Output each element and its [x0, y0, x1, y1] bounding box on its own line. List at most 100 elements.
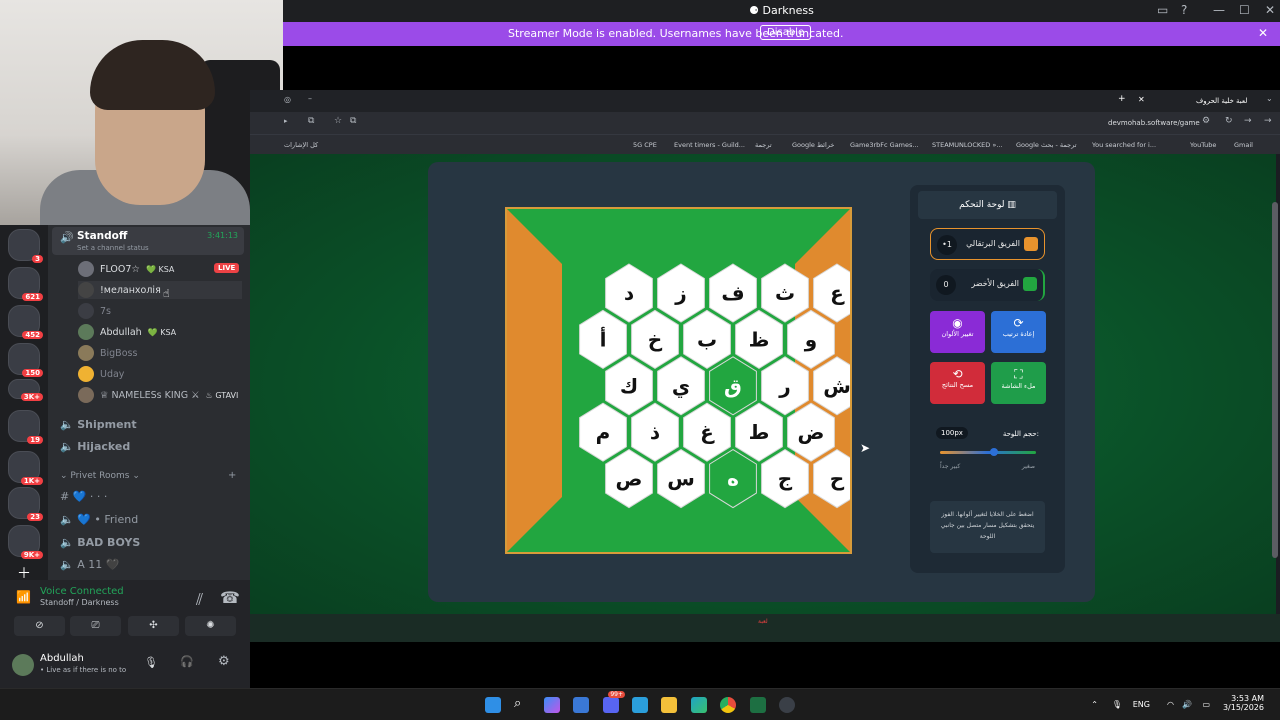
- new-tab-icon[interactable]: +: [1118, 94, 1126, 104]
- steam-icon[interactable]: [779, 697, 795, 713]
- scrollbar[interactable]: [1272, 202, 1278, 558]
- voice-status[interactable]: Voice Connected: [40, 586, 124, 597]
- bookmark[interactable]: Game3rbFc Games...: [850, 141, 919, 149]
- wifi-icon[interactable]: ◠: [1167, 700, 1174, 709]
- noise-suppression-icon[interactable]: ⫽: [196, 590, 203, 610]
- voice-user[interactable]: !мeланхолія: [78, 281, 242, 299]
- volume-icon[interactable]: 🔊: [1182, 700, 1192, 709]
- server-icon[interactable]: 3K+: [8, 379, 43, 401]
- size-slider-track[interactable]: [940, 451, 1036, 454]
- server-icon[interactable]: 621: [8, 267, 43, 301]
- help-icon[interactable]: ?: [1181, 3, 1187, 17]
- bookmark[interactable]: 5G CPE: [633, 141, 657, 149]
- server-icon[interactable]: 23: [8, 487, 43, 521]
- voice-channel[interactable]: 🔈 A 11 🖤: [60, 558, 119, 571]
- back-icon[interactable]: →: [1264, 116, 1272, 126]
- voice-user[interactable]: ♕ NAMELESs KING ⚔ ♨ GTAVI: [78, 386, 238, 404]
- active-voice-channel[interactable]: 🔊 Standoff 3:41:13 Set a channel status: [52, 227, 244, 255]
- bookmark[interactable]: Gmail: [1234, 141, 1253, 149]
- team-green[interactable]: 0 الفريق الأخضر: [930, 269, 1045, 301]
- active-tab[interactable]: لعبة خلية الحروف: [1196, 97, 1247, 105]
- activities-button[interactable]: ✣: [128, 616, 179, 636]
- bookmark[interactable]: You searched for i...: [1092, 141, 1156, 149]
- voice-channel[interactable]: 🔈 BAD BOYS: [60, 536, 140, 549]
- bookmark[interactable]: STEAMUNLOCKED »...: [932, 141, 1003, 149]
- voice-user[interactable]: Abdullah 💚 KSA: [78, 323, 176, 341]
- server-icon[interactable]: 9K+: [8, 525, 43, 559]
- tab-search-icon[interactable]: ⌄: [1266, 94, 1273, 103]
- minimize-icon[interactable]: —: [1213, 3, 1225, 17]
- headphones-icon[interactable]: 🎧: [180, 655, 194, 668]
- windows-icon[interactable]: [485, 697, 501, 713]
- username[interactable]: Abdullah: [40, 653, 84, 664]
- bookmark[interactable]: YouTube: [1190, 141, 1216, 149]
- voice-user[interactable]: BigBoss: [78, 344, 137, 362]
- store-icon[interactable]: [573, 697, 589, 713]
- reset-scores-button[interactable]: ⟲ مسح النتائج: [930, 362, 985, 404]
- text-channel[interactable]: # 💙 · · ·: [60, 490, 107, 503]
- bookmark[interactable]: Google خرائط: [792, 141, 834, 149]
- extensions-icon[interactable]: ⧉: [308, 116, 314, 126]
- battery-icon[interactable]: ▭: [1202, 700, 1210, 709]
- copilot-icon[interactable]: [544, 697, 560, 713]
- fullscreen-button[interactable]: ⛶ ملء الشاشة: [991, 362, 1046, 404]
- chrome-icon[interactable]: [720, 697, 736, 713]
- edge-icon[interactable]: [691, 697, 707, 713]
- star-icon[interactable]: ☆: [334, 116, 342, 126]
- tab-icon[interactable]: ▸: [284, 117, 288, 125]
- bookmark[interactable]: ترجمة: [755, 141, 772, 149]
- microphone-icon[interactable]: 🎙: [144, 656, 158, 669]
- category-header[interactable]: ⌄ Privet Rooms ⌄: [60, 471, 140, 481]
- size-slider-thumb[interactable]: [989, 448, 998, 456]
- tab-icon[interactable]: ◎: [284, 95, 291, 104]
- inbox-icon[interactable]: ▭: [1157, 3, 1168, 17]
- voice-location[interactable]: Standoff / Darkness: [40, 598, 119, 607]
- change-colors-button[interactable]: ◉ تغيير الألوان: [930, 311, 985, 353]
- url-field[interactable]: devmohab.software/game: [1108, 119, 1200, 127]
- disable-button[interactable]: Disable: [760, 25, 812, 40]
- team-orange[interactable]: •1 الفريق البرتقالي: [930, 228, 1045, 260]
- language-indicator[interactable]: ENG: [1133, 700, 1150, 709]
- close-icon[interactable]: ✕: [1265, 3, 1275, 17]
- reload-icon[interactable]: ↻: [1225, 116, 1233, 126]
- screen-share-button[interactable]: ⎚: [70, 616, 121, 636]
- server-icon[interactable]: 1K+: [8, 451, 43, 485]
- voice-channel[interactable]: 🔈 💙 • Friend: [60, 513, 138, 526]
- close-banner-icon[interactable]: ✕: [1258, 26, 1268, 40]
- server-icon[interactable]: 3: [8, 229, 43, 263]
- site-settings-icon[interactable]: ⚙: [1202, 116, 1210, 126]
- maximize-icon[interactable]: ☐: [1239, 3, 1250, 17]
- minimize-icon[interactable]: –: [308, 94, 312, 103]
- soundboard-button[interactable]: ✺: [185, 616, 236, 636]
- avatar[interactable]: [12, 654, 34, 676]
- add-channel-icon[interactable]: +: [228, 470, 236, 481]
- voice-user[interactable]: FLOO7☆ 💚 KSA: [78, 260, 174, 278]
- signal-icon[interactable]: 📶: [16, 590, 31, 604]
- bookmark-all[interactable]: كل الإشارات: [284, 141, 318, 149]
- close-tab-icon[interactable]: ✕: [1138, 95, 1145, 104]
- discord-icon[interactable]: 99+: [603, 691, 625, 713]
- camera-off-button[interactable]: ⊘: [14, 616, 65, 636]
- voice-user[interactable]: Uday: [78, 365, 124, 383]
- server-icon[interactable]: 19: [8, 410, 43, 444]
- notepad-icon[interactable]: [632, 697, 648, 713]
- bookmark[interactable]: Event timers - Guild...: [674, 141, 745, 149]
- disconnect-icon[interactable]: ☎: [220, 588, 240, 607]
- explorer-icon[interactable]: [661, 697, 677, 713]
- voice-user[interactable]: 7s: [78, 302, 111, 320]
- share-icon[interactable]: ⧉: [350, 116, 356, 126]
- channel-status[interactable]: Set a channel status: [77, 244, 149, 252]
- gear-icon[interactable]: ⚙: [218, 654, 230, 669]
- voice-channel-hijacked[interactable]: 🔈 Hijacked: [60, 440, 130, 453]
- clock[interactable]: 3:53 AM 3/15/2026: [1218, 694, 1264, 712]
- forward-icon[interactable]: →: [1244, 116, 1252, 126]
- voice-channel-shipment[interactable]: 🔈 Shipment: [60, 418, 137, 431]
- server-icon[interactable]: 150: [8, 343, 43, 377]
- search-icon[interactable]: ⌕: [514, 697, 530, 713]
- excel-icon[interactable]: [750, 697, 766, 713]
- bookmark[interactable]: Google ترجمة - بحث: [1016, 141, 1077, 149]
- chevron-up-icon[interactable]: ⌃: [1091, 700, 1098, 709]
- server-icon[interactable]: 452: [8, 305, 43, 339]
- microphone-icon[interactable]: 🎙: [1112, 700, 1122, 709]
- shuffle-button[interactable]: ⟳ إعادة ترتيب: [991, 311, 1046, 353]
